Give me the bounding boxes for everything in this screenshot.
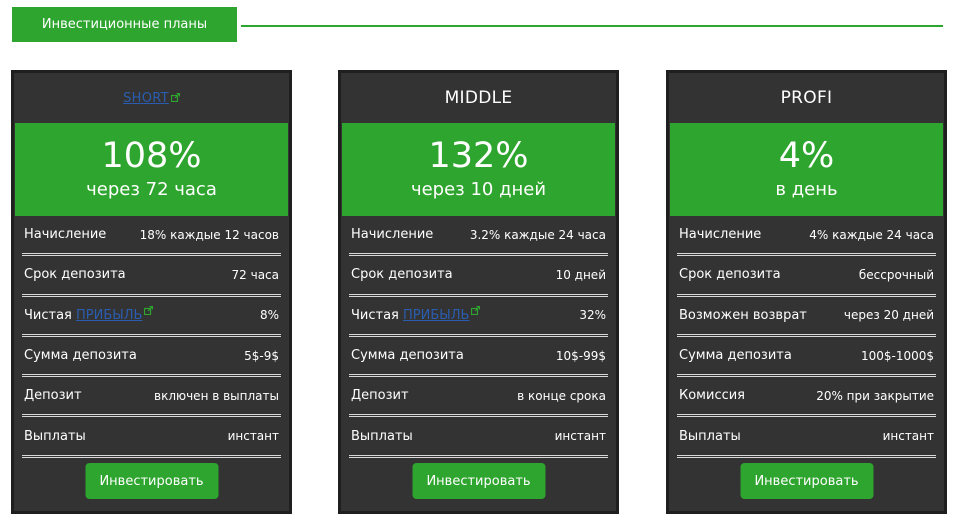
detail-label: Возможен возврат (679, 307, 807, 323)
detail-label: Сумма депозита (24, 348, 137, 364)
invest-button[interactable]: Инвестировать (85, 463, 218, 499)
plan-percent: 132% (428, 136, 529, 176)
detail-value: 20% при закрытие (816, 388, 934, 403)
section-tab-label: Инвестиционные планы (41, 17, 208, 32)
detail-row: Срок депозита 72 часа (22, 256, 281, 297)
profit-link[interactable]: ПРИБЫЛЬ (76, 308, 142, 323)
detail-label-prefix: Чистая (24, 307, 76, 323)
plan-details: Начисление 18% каждые 12 часов Срок депо… (22, 216, 281, 458)
plan-title: MIDDLE (444, 88, 513, 108)
external-link-icon (471, 305, 481, 315)
detail-value: 10$-99$ (555, 348, 606, 363)
detail-row: Срок депозита бессрочный (677, 256, 936, 297)
invest-button[interactable]: Инвестировать (740, 463, 873, 499)
plan-period: через 10 дней (410, 179, 547, 200)
detail-row: Начисление 4% каждые 24 часа (677, 216, 936, 257)
plan-period: в день (775, 179, 838, 200)
detail-label: Срок депозита (351, 267, 453, 283)
plan-rate-banner: 4% в день (670, 123, 943, 216)
detail-row: Чистая ПРИБЫЛЬ 32% (349, 297, 608, 337)
section-tab: Инвестиционные планы (12, 7, 237, 42)
detail-row: Сумма депозита 100$-1000$ (677, 337, 936, 378)
detail-value: 100$-1000$ (860, 348, 934, 363)
detail-label-prefix: Чистая (351, 307, 403, 323)
detail-row: Выплаты инстант (22, 417, 281, 458)
plan-title: SHORT (14, 73, 289, 123)
detail-value: включен в выплаты (154, 388, 279, 403)
detail-value: 10 дней (555, 267, 606, 282)
plan-card-profi: PROFI 4% в день Начисление 4% каждые 24 … (666, 70, 947, 514)
plan-details: Начисление 3.2% каждые 24 часа Срок депо… (349, 216, 608, 458)
plan-percent: 4% (778, 136, 835, 176)
detail-label: Срок депозита (24, 267, 126, 283)
detail-value: 3.2% каждые 24 часа (469, 227, 606, 242)
detail-value: 72 часа (231, 267, 279, 282)
detail-label: Начисление (679, 227, 762, 243)
detail-value: инстант (882, 429, 934, 444)
plan-title: PROFI (780, 88, 833, 108)
detail-row: Депозит включен в выплаты (22, 377, 281, 418)
plan-rate-banner: 132% через 10 дней (342, 123, 615, 216)
detail-row: Чистая ПРИБЫЛЬ 8% (22, 297, 281, 337)
detail-value: в конце срока (517, 388, 606, 403)
detail-label: Срок депозита (679, 267, 781, 283)
detail-row: Комиссия 20% при закрытие (677, 377, 936, 418)
detail-value: 5$-9$ (244, 348, 279, 363)
detail-label: Выплаты (24, 428, 86, 444)
section-divider (241, 25, 943, 27)
external-link-icon (170, 92, 180, 102)
detail-value: инстант (227, 429, 279, 444)
detail-value: 32% (579, 308, 606, 323)
detail-label: Чистая ПРИБЫЛЬ (24, 305, 154, 323)
detail-row: Выплаты инстант (349, 417, 608, 458)
detail-label: Выплаты (679, 428, 741, 444)
detail-value: 8% (259, 308, 279, 323)
detail-value: через 20 дней (843, 308, 934, 323)
detail-row: Срок депозита 10 дней (349, 256, 608, 297)
detail-label: Комиссия (679, 388, 746, 404)
external-link-icon (144, 305, 154, 315)
detail-value: 4% каждые 24 часа (809, 227, 934, 242)
detail-value: 18% каждые 12 часов (139, 227, 279, 242)
plan-details: Начисление 4% каждые 24 часа Срок депози… (677, 216, 936, 458)
invest-button[interactable]: Инвестировать (412, 463, 545, 499)
detail-label: Чистая ПРИБЫЛЬ (351, 305, 481, 323)
detail-label: Депозит (24, 388, 82, 404)
detail-label: Начисление (24, 227, 107, 243)
detail-label: Сумма депозита (351, 348, 464, 364)
detail-row: Возможен возврат через 20 дней (677, 297, 936, 337)
detail-label: Депозит (351, 388, 409, 404)
detail-row: Депозит в конце срока (349, 377, 608, 418)
plan-card-middle: MIDDLE 132% через 10 дней Начисление 3.2… (338, 70, 619, 514)
detail-row: Сумма депозита 10$-99$ (349, 337, 608, 378)
detail-label: Выплаты (351, 428, 413, 444)
detail-value: бессрочный (858, 267, 934, 282)
detail-row: Начисление 18% каждые 12 часов (22, 216, 281, 257)
plan-card-short: SHORT 108% через 72 часа Начисление 18% … (11, 70, 292, 514)
plan-period: через 72 часа (86, 179, 217, 200)
profit-link[interactable]: ПРИБЫЛЬ (403, 308, 469, 323)
detail-row: Выплаты инстант (677, 417, 936, 458)
detail-row: Сумма депозита 5$-9$ (22, 337, 281, 378)
detail-row: Начисление 3.2% каждые 24 часа (349, 216, 608, 257)
detail-label: Сумма депозита (679, 348, 792, 364)
plan-rate-banner: 108% через 72 часа (15, 123, 288, 216)
detail-label: Начисление (351, 227, 434, 243)
detail-value: инстант (554, 429, 606, 444)
plan-title-link[interactable]: SHORT (123, 91, 169, 106)
plan-percent: 108% (101, 136, 202, 176)
